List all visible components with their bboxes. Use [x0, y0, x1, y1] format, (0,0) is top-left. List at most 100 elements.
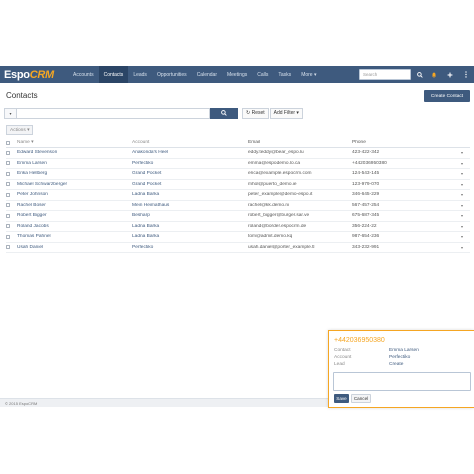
create-contact-button[interactable]: Create Contact [424, 90, 470, 102]
popup-account-link[interactable]: Perfectiko [389, 355, 410, 360]
table-header: Name ▾ Account Email Phone [6, 138, 470, 148]
menu-icon[interactable] [460, 68, 472, 81]
popup-contact-label: Contact [334, 348, 351, 353]
popup-save-button[interactable]: Save [334, 394, 349, 403]
reset-button[interactable]: ↻ Reset [242, 107, 269, 119]
tab-opportunities[interactable]: Opportunities [152, 66, 192, 83]
contact-name-link[interactable]: Erika Hellberg [17, 171, 132, 176]
email-cell[interactable]: mhol@puerto_demo.ie [248, 182, 352, 187]
account-link[interactable]: Mein Heimathaus [132, 203, 248, 208]
email-cell[interactable]: peter_example@demo-espo.it [248, 192, 352, 197]
row-checkbox[interactable] [6, 150, 10, 155]
account-link[interactable]: Ladna Barka [132, 192, 248, 197]
row-menu-button[interactable]: ▾ [456, 182, 468, 187]
table-row: Emma Larsen Perfectiko emma@espodemo.lo.ca… [6, 159, 470, 169]
tab-contacts[interactable]: Contacts [98, 66, 129, 83]
contact-name-link[interactable]: Michael Schwarzberger [17, 182, 132, 187]
phone-cell[interactable]: 423-422-342 [352, 150, 456, 155]
phone-cell[interactable]: 567-457-254 [352, 203, 456, 208]
row-checkbox[interactable] [6, 234, 10, 239]
popup-notes-textarea[interactable] [333, 372, 471, 391]
row-checkbox[interactable] [6, 213, 10, 218]
account-link[interactable]: Ladna Barka [132, 234, 248, 239]
tab-leads[interactable]: Leads [128, 66, 152, 83]
row-menu-button[interactable]: ▾ [456, 161, 468, 166]
account-link[interactable]: Besharp [132, 213, 248, 218]
phone-cell[interactable]: 356-224-22 [352, 224, 456, 229]
row-checkbox[interactable] [6, 245, 10, 250]
row-checkbox[interactable] [6, 161, 10, 166]
row-menu-button[interactable]: ▾ [456, 224, 468, 229]
phone-cell[interactable]: 343-232-991 [352, 245, 456, 250]
contact-name-link[interactable]: Edward Stevenson [17, 150, 132, 155]
account-link[interactable]: Anakonda's Heel [132, 150, 248, 155]
contact-name-link[interactable]: Robert Bigger [17, 213, 132, 218]
email-cell[interactable]: tom@admit.demo.kq [248, 234, 352, 239]
row-menu-button[interactable]: ▾ [456, 213, 468, 218]
call-popup: +442036950380 Contact Emma Larsen Accoun… [328, 330, 474, 408]
tab-calls[interactable]: Calls [252, 66, 273, 83]
popup-create-lead-link[interactable]: Create [389, 362, 403, 367]
row-menu-button[interactable]: ▾ [456, 192, 468, 197]
email-cell[interactable]: roland@border.espocrm.de [248, 224, 352, 229]
contacts-table: Name ▾ Account Email Phone Edward Steven… [6, 138, 470, 253]
row-checkbox[interactable] [6, 203, 10, 208]
tab-meetings[interactable]: Meetings [222, 66, 252, 83]
tab-accounts[interactable]: Accounts [68, 66, 99, 83]
row-menu-button[interactable]: ▾ [456, 203, 468, 208]
account-link[interactable]: Perfectiko [132, 161, 248, 166]
phone-cell[interactable]: 123-979-070 [352, 182, 456, 187]
actions-dropdown-button[interactable]: Actions ▾ [6, 125, 34, 135]
filter-text-input[interactable] [16, 107, 210, 119]
email-cell[interactable]: robert_bigger@burger.sar.ve [248, 213, 352, 218]
contact-name-link[interactable]: Thomas Pahnel [17, 234, 132, 239]
row-checkbox[interactable] [6, 171, 10, 176]
account-link[interactable]: Ladna Barka [132, 224, 248, 229]
phone-cell[interactable]: 987-654-236 [352, 234, 456, 239]
phone-cell[interactable]: 675-687-345 [352, 213, 456, 218]
filter-dropdown-button[interactable]: ▾ [4, 107, 16, 119]
table-body: Edward Stevenson Anakonda's Heel eddy.tedd… [6, 148, 470, 253]
phone-cell[interactable]: 124-543-145 [352, 171, 456, 176]
search-icon[interactable] [414, 68, 426, 81]
global-search-input[interactable]: Search [359, 69, 411, 80]
email-cell[interactable]: erica@example.espocrm.com [248, 171, 352, 176]
add-filter-button[interactable]: Add Filter ▾ [269, 107, 303, 119]
tab-more[interactable]: More ▾ [296, 66, 321, 83]
row-menu-button[interactable]: ▾ [456, 245, 468, 250]
phone-cell[interactable]: 346-645-229 [352, 192, 456, 197]
email-cell[interactable]: eddy.teddy@bear_espo.lu [248, 150, 352, 155]
row-checkbox[interactable] [6, 182, 10, 187]
contact-name-link[interactable]: Rachel Boser [17, 203, 132, 208]
row-menu-button[interactable]: ▾ [456, 234, 468, 239]
app-logo[interactable]: Espo CRM [0, 66, 68, 83]
contact-name-link[interactable]: Roland Jacobs [17, 224, 132, 229]
row-menu-button[interactable]: ▾ [456, 171, 468, 176]
email-cell[interactable]: emma@espodemo.lo.ca [248, 161, 352, 166]
bell-icon[interactable] [428, 68, 440, 81]
nav-tabs: Accounts Contacts Leads Opportunities Ca… [68, 66, 321, 83]
contact-name-link[interactable]: Usah Daniel [17, 245, 132, 250]
popup-contact-link[interactable]: Emma Larsen [389, 348, 419, 353]
contact-name-link[interactable]: Peter Johnson [17, 192, 132, 197]
row-checkbox[interactable] [6, 192, 10, 197]
account-link[interactable]: Grand Pocket [132, 182, 248, 187]
row-checkbox[interactable] [6, 224, 10, 229]
account-link[interactable]: Grand Pocket [132, 171, 248, 176]
account-link[interactable]: Perfectiko [132, 245, 248, 250]
select-all-checkbox[interactable] [6, 140, 10, 145]
popup-cancel-button[interactable]: Cancel [351, 394, 371, 403]
phone-cell[interactable]: +442036950380 [352, 161, 456, 166]
email-cell[interactable]: rachel@kk.demo.ni [248, 203, 352, 208]
plus-icon[interactable] [444, 68, 456, 81]
row-menu-button[interactable]: ▾ [456, 150, 468, 155]
contact-name-link[interactable]: Emma Larsen [17, 161, 132, 166]
header-name[interactable]: Name ▾ [17, 140, 132, 145]
table-row: Rachel Boser Mein Heimathaus rachel@kk.dem… [6, 201, 470, 211]
popup-contact-row: Contact Emma Larsen [334, 348, 419, 353]
email-cell[interactable]: usah.daniel@porter_example.tl [248, 245, 352, 250]
popup-account-label: Account [334, 355, 352, 360]
filter-search-button[interactable] [210, 107, 238, 119]
tab-tasks[interactable]: Tasks [273, 66, 296, 83]
tab-calendar[interactable]: Calendar [192, 66, 222, 83]
